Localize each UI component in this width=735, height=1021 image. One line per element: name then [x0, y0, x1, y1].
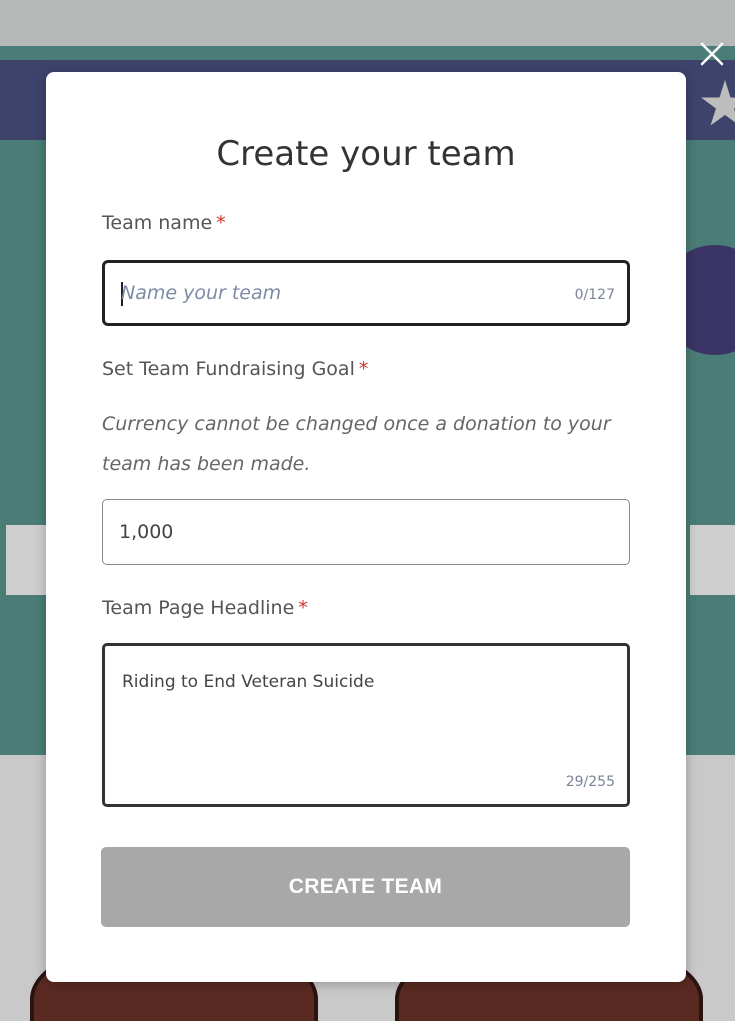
- create-team-button[interactable]: CREATE TEAM: [101, 847, 630, 927]
- team-name-input[interactable]: [121, 263, 551, 323]
- background-graphic-band: [0, 0, 735, 46]
- modal-title: Create your team: [216, 134, 516, 174]
- currency-note: Currency cannot be changed once a donati…: [102, 413, 611, 475]
- team-name-field[interactable]: 0/127: [102, 260, 630, 326]
- team-name-label: Team name *: [102, 212, 226, 234]
- background-graphic-letter: [690, 525, 735, 595]
- required-mark: *: [298, 597, 308, 619]
- headline-field[interactable]: Riding to End Veteran Suicide 29/255: [102, 643, 630, 807]
- team-name-label-text: Team name: [102, 212, 213, 234]
- headline-label: Team Page Headline *: [102, 597, 308, 619]
- headline-label-text: Team Page Headline: [102, 597, 295, 619]
- fundraising-goal-label: Set Team Fundraising Goal *: [102, 358, 368, 380]
- background-graphic-letter: [6, 525, 46, 595]
- close-modal-button[interactable]: [694, 36, 730, 72]
- required-mark: *: [358, 358, 369, 380]
- fundraising-goal-input[interactable]: [119, 500, 549, 564]
- create-team-modal: Create your team Team name* 0/127 Set Te…: [46, 72, 686, 982]
- headline-char-counter: 29/255: [565, 774, 615, 790]
- fundraising-goal-field[interactable]: [102, 499, 630, 565]
- required-mark: *: [216, 212, 226, 234]
- close-icon: [700, 42, 724, 66]
- team-name-char-counter: 0/127: [574, 287, 615, 303]
- headline-textarea[interactable]: Riding to End Veteran Suicide: [122, 670, 602, 770]
- fundraising-goal-label-text: Set Team Fundraising Goal: [102, 358, 355, 380]
